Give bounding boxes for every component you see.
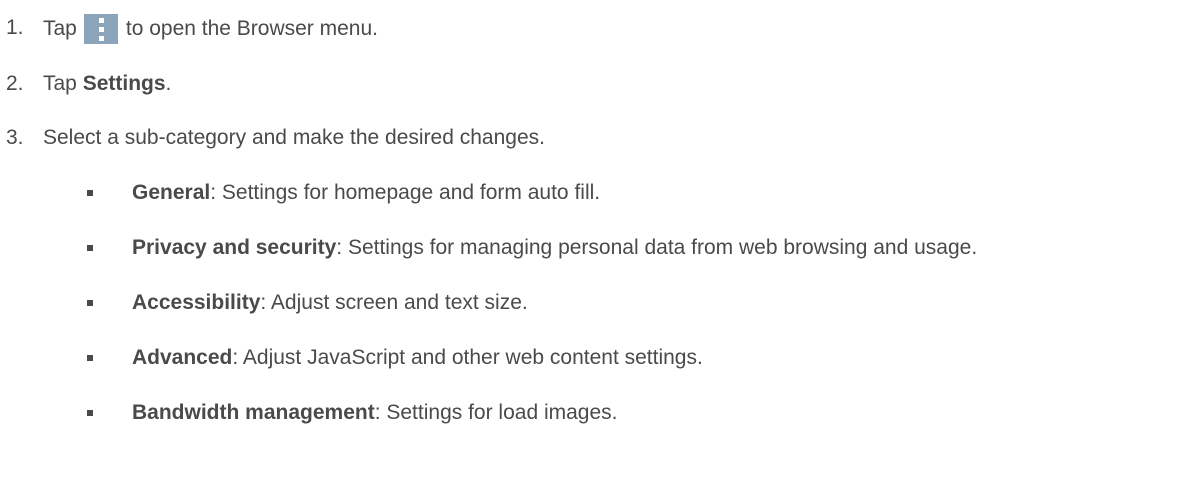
step-number: 3. [6, 126, 24, 149]
subcategory-term: General [132, 181, 211, 204]
subcategory-term: Privacy and security [132, 236, 337, 259]
step-number: 2. [6, 72, 24, 95]
step-text: Tap to open the Browser menu. [43, 14, 378, 44]
step-number: 1. [6, 16, 24, 39]
bullet-icon [87, 410, 93, 416]
subcategory-description: : Adjust JavaScript and other web conten… [232, 346, 703, 369]
step-text-after: to open the Browser menu. [125, 17, 379, 40]
step-text: Select a sub-category and make the desir… [43, 126, 545, 149]
subcategory-description: : Settings for managing personal data fr… [336, 236, 978, 259]
bullet-icon [87, 355, 93, 361]
subcategory-term: Bandwidth management [132, 401, 375, 424]
subcategory-description: : Settings for homepage and form auto fi… [210, 181, 601, 204]
bullet-icon [87, 300, 93, 306]
subcategory-term: Advanced [132, 346, 233, 369]
bullet-icon [87, 245, 93, 251]
step-text-bold: Settings [82, 72, 166, 95]
overflow-menu-icon [83, 14, 118, 44]
step-text-before: Tap [43, 72, 83, 95]
step-text-after: . [165, 72, 172, 95]
subcategory-term: Accessibility [132, 291, 261, 314]
step-text-before: Tap [43, 17, 77, 40]
subcategory-description: : Settings for load images. [374, 401, 618, 424]
subcategory-description: : Adjust screen and text size. [260, 291, 528, 314]
bullet-icon [87, 190, 93, 196]
step-text: Tap Settings . [43, 70, 171, 98]
